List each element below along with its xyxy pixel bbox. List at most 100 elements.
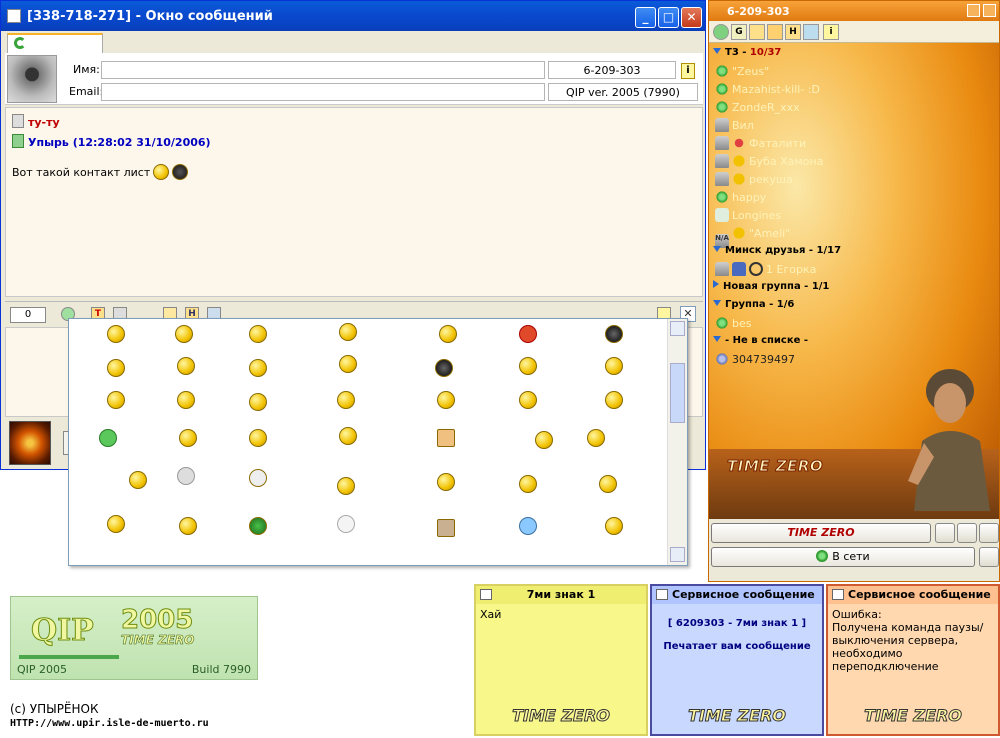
smiley-icon[interactable]	[107, 515, 125, 533]
settings-icon[interactable]	[803, 24, 819, 40]
scroll-up-icon[interactable]	[670, 321, 685, 336]
info-icon[interactable]: i	[681, 63, 695, 79]
smiley-icon[interactable]	[249, 517, 267, 535]
contact-item[interactable]: happy	[715, 189, 766, 207]
group-header[interactable]: Группа - 1/6	[713, 297, 794, 313]
smiley-icon[interactable]	[605, 391, 623, 409]
popup-scrollbar[interactable]	[667, 319, 687, 565]
user-avatar	[9, 421, 51, 465]
website-link[interactable]: HTTP://www.upir.isle-de-muerto.ru	[10, 718, 209, 729]
smiley-icon[interactable]	[605, 517, 623, 535]
smiley-icon[interactable]	[179, 517, 197, 535]
status-button[interactable]: В сети	[711, 547, 975, 567]
smiley-icon[interactable]	[337, 391, 355, 409]
contact-item[interactable]: Фаталити	[715, 135, 806, 153]
smiley-icon[interactable]	[179, 429, 197, 447]
contact-list-title-bar[interactable]: 6-209-303	[709, 1, 999, 21]
smiley-icon[interactable]	[519, 517, 537, 535]
title-bar[interactable]: [338-718-271] - Окно сообщений _ □ ✕	[1, 1, 705, 31]
time-zero-button[interactable]: TIME ZERO	[711, 523, 931, 543]
smiley-icon[interactable]	[535, 431, 553, 449]
tab-conversation[interactable]	[7, 33, 103, 53]
smiley-icon[interactable]	[107, 359, 125, 377]
notification-popup[interactable]: 7ми знак 1 Хай TIME ZERO	[474, 584, 648, 736]
contact-item[interactable]: bes	[715, 315, 751, 333]
smiley-icon[interactable]	[605, 357, 623, 375]
contact-item[interactable]: рекуша	[715, 171, 793, 189]
smiley-icon[interactable]	[339, 355, 357, 373]
contact-item[interactable]: N/A "Ameli"	[715, 225, 790, 248]
minimize-button[interactable]: _	[635, 7, 656, 28]
history-icon[interactable]: H	[785, 24, 801, 40]
smiley-icon[interactable]	[437, 391, 455, 409]
smiley-icon[interactable]	[439, 325, 457, 343]
maximize-button[interactable]: □	[658, 7, 679, 28]
smiley-icon[interactable]	[599, 475, 617, 493]
smiley-icon[interactable]	[337, 515, 355, 533]
smiley-icon[interactable]	[175, 325, 193, 343]
cloud-icon[interactable]	[177, 467, 195, 485]
info-icon[interactable]: i	[823, 24, 839, 40]
status-bar: В сети	[709, 545, 999, 569]
group-header[interactable]: Т3 - 10/37	[713, 45, 781, 61]
qip-logo: QIP	[31, 613, 95, 649]
ok-icon[interactable]	[957, 523, 977, 543]
close-button[interactable]: ✕	[681, 7, 702, 28]
contact-item[interactable]: "Zeus"	[715, 63, 769, 81]
heart-icon[interactable]	[519, 325, 537, 343]
smiley-icon[interactable]	[107, 325, 125, 343]
contact-item[interactable]: ZondeR_xxx	[715, 99, 800, 117]
contact-item[interactable]: 1 Егорка	[715, 261, 816, 279]
message-history[interactable]: ту-ту Упырь (12:28:02 31/10/2006) Вот та…	[5, 107, 703, 297]
search-icon[interactable]	[935, 523, 955, 543]
smiley-icon[interactable]	[437, 473, 455, 491]
smiley-icon[interactable]	[249, 469, 267, 487]
bomb-icon[interactable]	[435, 359, 453, 377]
contacts-icon[interactable]	[749, 24, 765, 40]
smiley-icon[interactable]	[339, 323, 357, 341]
notification-popup[interactable]: Сервисное сообщение Ошибка: Получена ком…	[826, 584, 1000, 736]
contact-item[interactable]: 304739497	[715, 351, 795, 369]
group-header[interactable]: - Не в списке -	[713, 333, 808, 349]
smiley-icon[interactable]	[519, 391, 537, 409]
smiley-icon[interactable]	[337, 477, 355, 495]
privacy-eye-icon[interactable]	[979, 547, 999, 567]
smiley-icon[interactable]	[767, 24, 783, 40]
smiley-icon[interactable]	[587, 429, 605, 447]
smiley-icon[interactable]	[519, 357, 537, 375]
minimize-button[interactable]	[967, 4, 980, 17]
banner-build: Build 7990	[191, 663, 251, 676]
contact-info-panel: Имя: 6-209-303 i Email: QIP ver. 2005 (7…	[5, 53, 703, 105]
notification-popup[interactable]: Сервисное сообщение [ 6209303 - 7ми знак…	[650, 584, 824, 736]
phone-icon[interactable]	[979, 523, 999, 543]
cross-icon[interactable]	[437, 519, 455, 537]
avatar	[7, 55, 57, 103]
contact-item[interactable]: Longines	[715, 207, 781, 225]
smiley-icon[interactable]	[107, 391, 125, 409]
name-field[interactable]	[101, 61, 545, 79]
contact-item[interactable]: Mazahist-kill- :D	[715, 81, 820, 99]
smiley-icon[interactable]	[249, 325, 267, 343]
smiley-icon[interactable]	[129, 471, 147, 489]
email-field[interactable]	[101, 83, 545, 101]
scroll-down-icon[interactable]	[670, 547, 685, 562]
smiley-icon[interactable]	[519, 475, 537, 493]
smiley-icon[interactable]	[177, 391, 195, 409]
bomb-icon[interactable]	[605, 325, 623, 343]
contact-item[interactable]: Буба Хамона	[715, 153, 823, 171]
groups-icon[interactable]: G	[731, 24, 747, 40]
status-icon[interactable]	[713, 24, 729, 40]
smiley-icon[interactable]	[339, 427, 357, 445]
smiley-icon[interactable]	[177, 357, 195, 375]
smiley-icon[interactable]	[249, 393, 267, 411]
beer-icon[interactable]	[437, 429, 455, 447]
flower-icon	[715, 82, 729, 96]
close-button[interactable]	[983, 4, 996, 17]
contact-item[interactable]: Вил	[715, 117, 754, 135]
potion-icon[interactable]	[99, 429, 117, 447]
smiley-icon[interactable]	[249, 359, 267, 377]
group-header[interactable]: Новая группа - 1/1	[713, 279, 829, 295]
scroll-thumb[interactable]	[670, 363, 685, 423]
group-header[interactable]: Минск друзья - 1/17	[713, 243, 841, 259]
smiley-icon[interactable]	[249, 429, 267, 447]
